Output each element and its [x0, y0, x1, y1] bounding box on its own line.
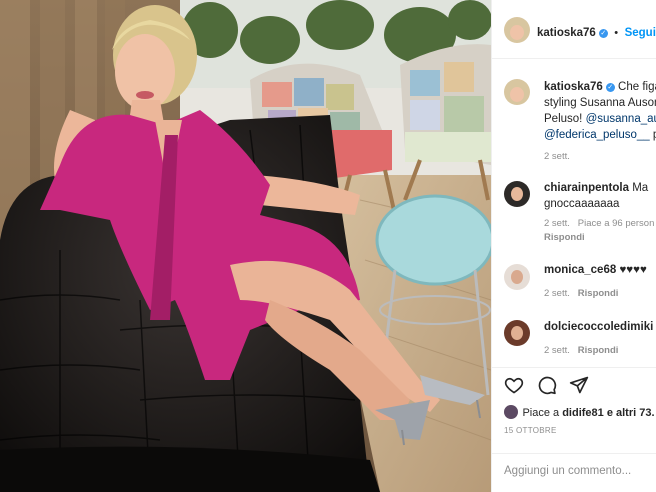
comment-username[interactable]: dolciecoccoledimiki [544, 321, 653, 333]
separator-dot: • [614, 27, 619, 39]
comment-icon[interactable] [537, 375, 557, 395]
author-avatar[interactable] [504, 17, 530, 43]
comment-text: ♥♥♥♥ [619, 264, 647, 276]
add-comment-field[interactable]: Aggiungi un commento... [492, 453, 656, 492]
comment-time: 2 sett. [544, 218, 570, 229]
post-date: 15 OTTOBRE [504, 426, 557, 435]
caption-more: pi [650, 129, 656, 141]
author-username[interactable]: katioska76 [537, 27, 596, 39]
comment-text: Ma [632, 182, 649, 194]
comment-item: monica_ce68 ♥♥♥♥ 2 sett. Rispondi [544, 262, 647, 299]
caption-avatar[interactable] [504, 79, 530, 105]
mention-susanna[interactable]: @susanna_aus [586, 113, 656, 125]
reply-button[interactable]: Rispondi [544, 232, 585, 243]
comment-avatar[interactable] [504, 320, 530, 346]
liker-avatar[interactable] [504, 405, 518, 419]
caption-time: 2 sett. [544, 151, 570, 162]
comment-time: 2 sett. [544, 288, 570, 299]
share-icon[interactable] [569, 375, 589, 395]
post-image [0, 0, 491, 492]
comment-username[interactable]: chiarainpentola [544, 182, 629, 194]
comment-avatar[interactable] [504, 264, 530, 290]
comment-item: chiarainpentola Ma gnoccaaaaaaa 2 sett. … [544, 180, 654, 243]
caption-line-1: Che figa [618, 81, 656, 93]
caption: katioska76✓ Che figa styling Susanna Aus… [544, 79, 656, 162]
comment-likes[interactable]: Piace a 96 person [578, 218, 655, 229]
verified-badge-icon: ✓ [598, 29, 608, 38]
comment-text-cont: gnoccaaaaaaa [544, 198, 620, 210]
likes-prefix: Piace a [522, 407, 563, 419]
caption-line-3: Peluso! [544, 113, 586, 125]
comment-avatar[interactable] [504, 181, 530, 207]
mention-federica[interactable]: @federica_peluso__ [544, 129, 650, 141]
heart-icon[interactable] [504, 375, 524, 395]
reply-button[interactable]: Rispondi [578, 345, 619, 356]
reply-button[interactable]: Rispondi [578, 288, 619, 299]
add-comment-placeholder[interactable]: Aggiungi un commento... [504, 465, 631, 477]
caption-username[interactable]: katioska76 [544, 81, 603, 93]
post-sidebar: katioska76✓ • Segui katioska76✓ Che figa… [491, 0, 656, 492]
follow-button[interactable]: Segui [625, 27, 656, 39]
post-header: katioska76 ✓ • Segui [492, 0, 656, 59]
comment-username[interactable]: monica_ce68 [544, 264, 616, 276]
likes-summary: Piace a didife81 e altri 73. [504, 403, 655, 421]
likes-suffix[interactable]: e altri 73. [604, 407, 655, 419]
post-photo [0, 0, 491, 492]
liker-username[interactable]: didife81 [562, 407, 604, 419]
comment-item: dolciecoccoledimiki 2 sett. Rispondi [544, 319, 656, 356]
verified-badge-icon: ✓ [605, 83, 615, 92]
caption-line-2: styling Susanna Auson [544, 97, 656, 109]
comment-time: 2 sett. [544, 345, 570, 356]
